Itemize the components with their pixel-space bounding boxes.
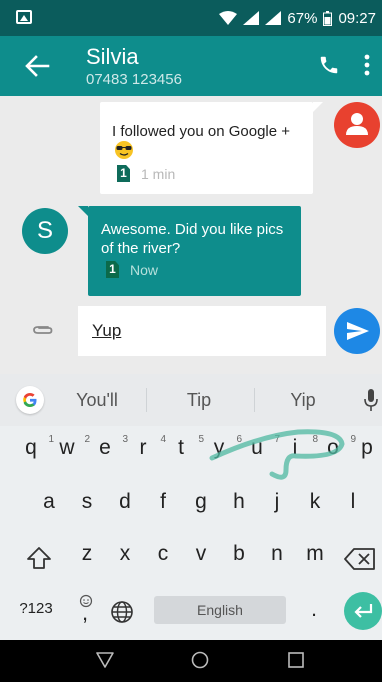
- period-key[interactable]: .: [304, 598, 324, 622]
- nav-recents-icon[interactable]: [288, 652, 304, 668]
- key-l[interactable]: l: [338, 490, 368, 520]
- status-right: 67% 09:27: [219, 0, 376, 36]
- key-j[interactable]: j: [262, 490, 292, 520]
- battery-percent: 67%: [287, 9, 318, 27]
- app-bar: Silvia 07483 123456: [0, 36, 382, 96]
- google-logo: [23, 393, 37, 407]
- key-h[interactable]: h: [224, 490, 254, 520]
- back-arrow-icon[interactable]: [24, 54, 50, 78]
- key-d[interactable]: d: [110, 490, 140, 520]
- key-g[interactable]: g: [186, 490, 216, 520]
- key-r[interactable]: r4: [128, 434, 167, 466]
- attach-icon[interactable]: [30, 320, 54, 338]
- globe-icon[interactable]: [110, 600, 134, 624]
- key-a[interactable]: a: [34, 490, 64, 520]
- message-text: I followed you on Google +: [112, 123, 291, 140]
- clock: 09:27: [338, 9, 376, 27]
- key-v[interactable]: v: [186, 542, 216, 572]
- contact-avatar[interactable]: S: [22, 208, 68, 254]
- mic-icon[interactable]: [364, 388, 378, 412]
- battery-icon: [323, 10, 333, 26]
- person-icon: [346, 113, 368, 135]
- sunglasses-emoji-icon: [115, 141, 133, 159]
- send-icon: [347, 322, 369, 340]
- my-avatar[interactable]: [334, 102, 380, 148]
- more-vert-icon[interactable]: [364, 54, 370, 76]
- suggestion-divider: [254, 388, 255, 412]
- key-k[interactable]: k: [300, 490, 330, 520]
- comma-label: ,: [82, 600, 89, 625]
- suggestion-2[interactable]: Tip: [162, 390, 236, 411]
- nav-back-icon[interactable]: [96, 652, 114, 668]
- enter-arrow-icon: [354, 604, 373, 618]
- key-t[interactable]: t5: [166, 434, 204, 466]
- sim-badge: 1: [117, 165, 130, 182]
- message-text: Awesome. Did you like pics of the river?: [101, 221, 284, 257]
- signal-icon: [243, 11, 260, 25]
- message-time: 1 min: [141, 166, 176, 182]
- status-bar: 67% 09:27: [0, 0, 382, 36]
- key-o[interactable]: o9: [318, 434, 356, 466]
- suggestion-strip: You'll Tip Yip: [0, 374, 382, 426]
- message-bubble-received[interactable]: Awesome. Did you like pics of the river?…: [78, 206, 301, 296]
- wifi-icon: [219, 11, 238, 25]
- suggestion-1[interactable]: You'll: [60, 390, 134, 411]
- key-f[interactable]: f: [148, 490, 178, 520]
- symbols-key[interactable]: ?123: [14, 600, 58, 617]
- sim-badge: 1: [106, 261, 119, 278]
- image-notification-icon: [16, 10, 32, 24]
- suggestion-3[interactable]: Yip: [266, 390, 340, 411]
- key-u[interactable]: u7: [242, 434, 280, 466]
- signal-icon-2: [265, 11, 282, 25]
- send-button[interactable]: [334, 308, 380, 354]
- key-z[interactable]: z: [72, 542, 102, 572]
- key-e[interactable]: e3: [90, 434, 128, 466]
- contact-number: 07483 123456: [86, 71, 182, 88]
- key-q[interactable]: q1: [16, 434, 54, 466]
- key-m[interactable]: m: [300, 542, 330, 572]
- key-b[interactable]: b: [224, 542, 254, 572]
- compose-bar: [0, 298, 382, 374]
- key-i[interactable]: i8: [280, 434, 318, 466]
- backspace-key-icon[interactable]: [344, 548, 376, 570]
- message-input[interactable]: [78, 306, 326, 356]
- suggestion-divider: [146, 388, 147, 412]
- shift-key-icon[interactable]: [26, 546, 52, 570]
- key-n[interactable]: n: [262, 542, 292, 572]
- keyboard: You'll Tip Yip q1 w2 e3 r4 t5 y6 u7 i8 o…: [0, 374, 382, 640]
- message-time: Now: [130, 262, 159, 278]
- google-g-icon[interactable]: [16, 386, 44, 414]
- contact-name: Silvia: [86, 44, 139, 69]
- key-y[interactable]: y6: [204, 434, 242, 466]
- key-p[interactable]: p0: [352, 436, 382, 466]
- key-x[interactable]: x: [110, 542, 140, 572]
- phone-icon[interactable]: [318, 54, 340, 76]
- space-bar[interactable]: English: [154, 596, 286, 624]
- emoji-comma-key[interactable]: ,: [76, 594, 96, 625]
- navigation-bar: [0, 640, 382, 682]
- message-bubble-sent[interactable]: I followed you on Google + 1 1 min: [100, 102, 323, 194]
- key-w[interactable]: w2: [52, 434, 90, 466]
- nav-home-icon[interactable]: [191, 651, 209, 669]
- enter-key[interactable]: [344, 592, 382, 630]
- key-c[interactable]: c: [148, 542, 178, 572]
- key-s[interactable]: s: [72, 490, 102, 520]
